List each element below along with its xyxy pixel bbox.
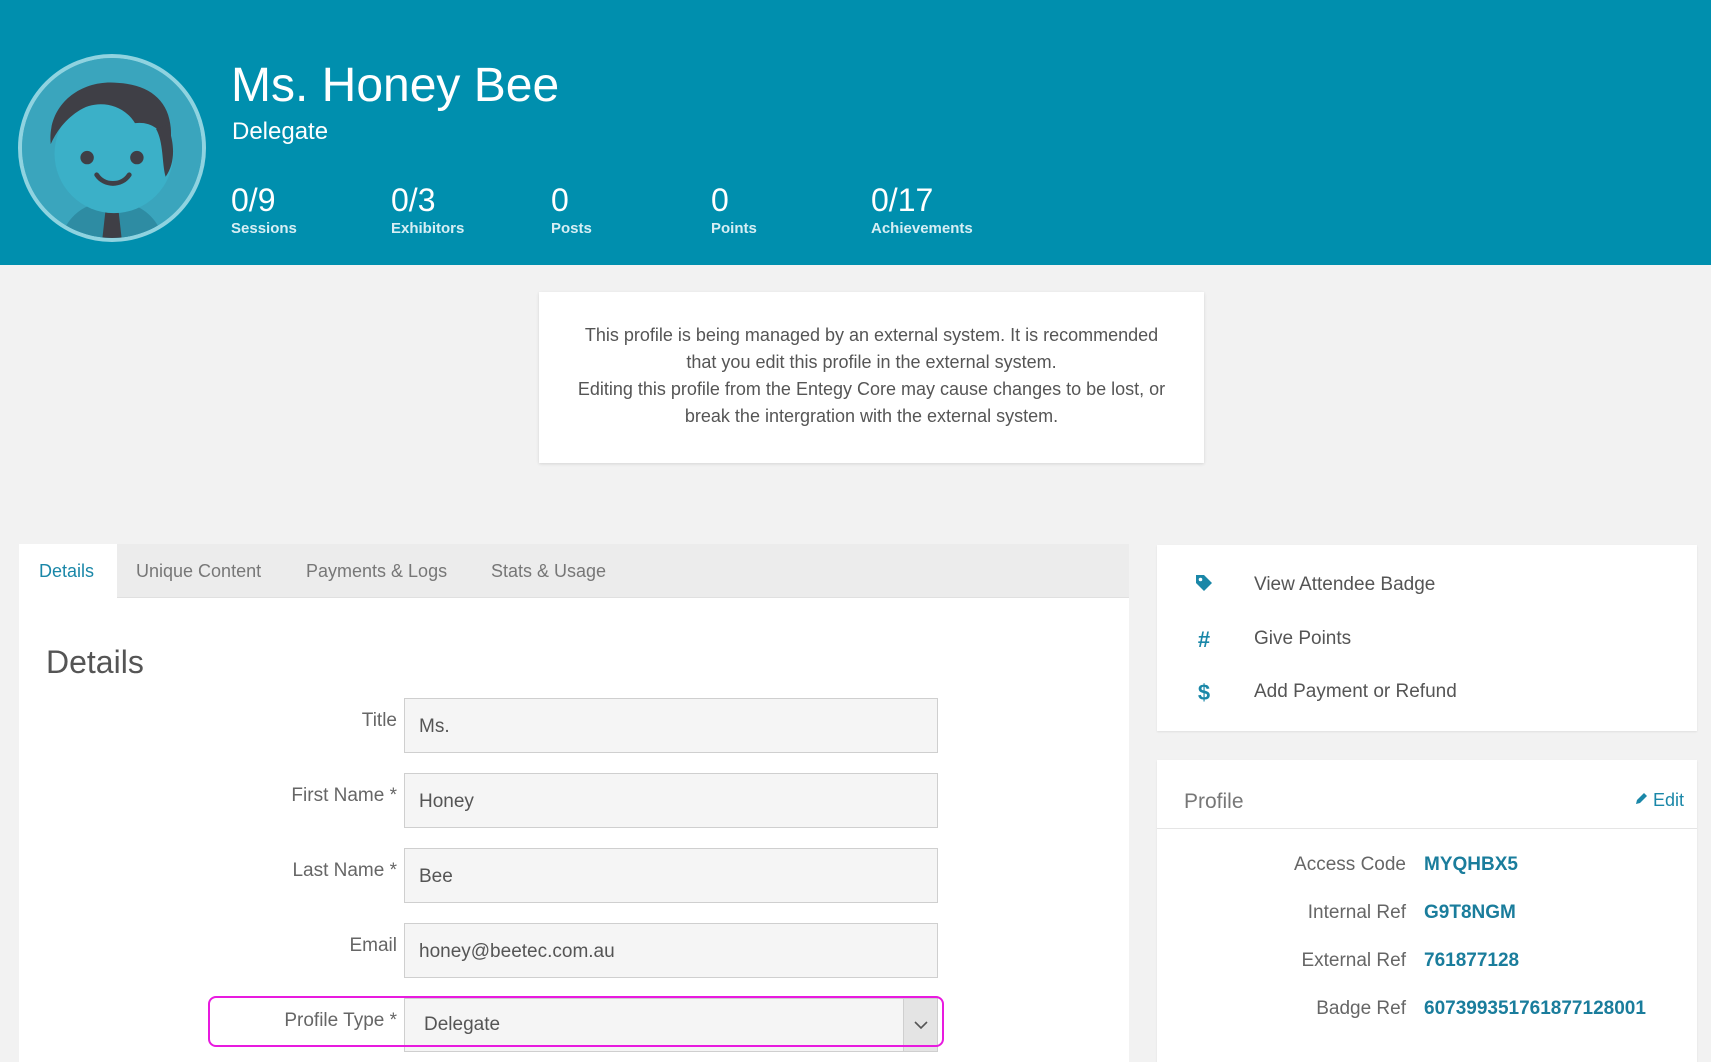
stat-sessions: 0/9 Sessions — [231, 182, 297, 237]
give-points-action[interactable]: # Give Points — [1157, 619, 1697, 663]
profile-row-external-ref: External Ref 761877128 — [1157, 950, 1697, 980]
profile-name: Ms. Honey Bee — [231, 59, 560, 112]
stat-label: Exhibitors — [391, 220, 465, 237]
profile-header: Ms. Honey Bee Delegate 0/9 Sessions 0/3 … — [0, 0, 1711, 265]
notice-line: This profile is being managed by an exte… — [584, 325, 1159, 345]
pencil-icon — [1634, 790, 1649, 811]
profile-key: Internal Ref — [1307, 902, 1406, 923]
profile-value: MYQHBX5 — [1424, 854, 1518, 875]
action-label: Give Points — [1254, 628, 1352, 649]
field-row-title: Title Ms. — [19, 698, 1129, 754]
profile-key: Access Code — [1294, 854, 1406, 875]
edit-label: Edit — [1652, 790, 1684, 810]
stat-posts: 0 Posts — [551, 182, 592, 237]
stat-value: 0/9 — [231, 182, 276, 218]
field-label: Email — [349, 935, 397, 956]
action-label: View Attendee Badge — [1254, 574, 1436, 595]
profile-key: Badge Ref — [1316, 998, 1406, 1019]
field-row-first-name: First Name * Honey — [19, 773, 1129, 829]
profile-row-internal-ref: Internal Ref G9T8NGM — [1157, 902, 1697, 932]
profile-card-title: Profile — [1184, 790, 1244, 813]
view-attendee-badge-action[interactable]: View Attendee Badge — [1157, 565, 1697, 609]
field-row-email: Email honey@beetec.com.au — [19, 923, 1129, 979]
add-payment-refund-action[interactable]: $ Add Payment or Refund — [1157, 672, 1697, 716]
first-name-input[interactable]: Honey — [404, 773, 938, 828]
details-panel: Details Unique Content Payments & Logs S… — [19, 544, 1129, 1062]
field-label: First Name * — [291, 785, 397, 806]
notice-line: break the intergration with the external… — [684, 406, 1059, 426]
field-label: Last Name * — [292, 860, 397, 881]
tab-details[interactable]: Details — [19, 544, 117, 599]
stat-label: Achievements — [871, 220, 973, 237]
field-row-last-name: Last Name * Bee — [19, 848, 1129, 904]
email-input[interactable]: honey@beetec.com.au — [404, 923, 938, 978]
avatar-illustration — [22, 58, 202, 238]
profile-card: Profile Edit Access Code MYQHBX5 Interna… — [1157, 760, 1697, 1062]
stat-value: 0/3 — [391, 182, 436, 218]
profile-value: G9T8NGM — [1424, 902, 1516, 923]
profile-key: External Ref — [1301, 950, 1406, 971]
notice-line: that you edit this profile in the extern… — [686, 352, 1057, 372]
stat-value: 0/17 — [871, 182, 934, 218]
field-label: Title — [361, 710, 397, 731]
last-name-input[interactable]: Bee — [404, 848, 938, 903]
notice-line: Editing this profile from the Entegy Cor… — [577, 379, 1166, 399]
divider — [1157, 828, 1697, 829]
profile-type-highlight — [208, 996, 944, 1047]
edit-profile-button[interactable]: Edit — [1634, 790, 1684, 811]
tag-icon — [1192, 573, 1216, 597]
tab-payments-logs[interactable]: Payments & Logs — [306, 544, 447, 598]
dollar-icon: $ — [1197, 680, 1211, 705]
profile-value: 607399351761877128001 — [1424, 998, 1646, 1019]
profile-value: 761877128 — [1424, 950, 1520, 971]
profile-role: Delegate — [232, 118, 329, 145]
section-title: Details — [46, 644, 144, 680]
action-label: Add Payment or Refund — [1254, 681, 1457, 702]
profile-row-badge-ref: Badge Ref 607399351761877128001 — [1157, 998, 1697, 1028]
stat-label: Points — [711, 220, 757, 237]
stat-achievements: 0/17 Achievements — [871, 182, 973, 237]
hash-icon: # — [1197, 627, 1211, 652]
tab-unique-content[interactable]: Unique Content — [136, 544, 261, 598]
title-input[interactable]: Ms. — [404, 698, 938, 753]
profile-row-access-code: Access Code MYQHBX5 — [1157, 854, 1697, 884]
actions-card: View Attendee Badge # Give Points $ Add … — [1157, 545, 1697, 731]
external-system-notice: This profile is being managed by an exte… — [539, 292, 1204, 463]
tab-stats-usage[interactable]: Stats & Usage — [491, 544, 606, 598]
stat-label: Sessions — [231, 220, 297, 237]
stat-value: 0 — [551, 182, 569, 218]
stat-points: 0 Points — [711, 182, 757, 237]
stat-value: 0 — [711, 182, 729, 218]
avatar — [18, 54, 206, 242]
tab-bar: Details Unique Content Payments & Logs S… — [19, 544, 1129, 599]
stat-label: Posts — [551, 220, 592, 237]
stat-exhibitors: 0/3 Exhibitors — [391, 182, 464, 237]
